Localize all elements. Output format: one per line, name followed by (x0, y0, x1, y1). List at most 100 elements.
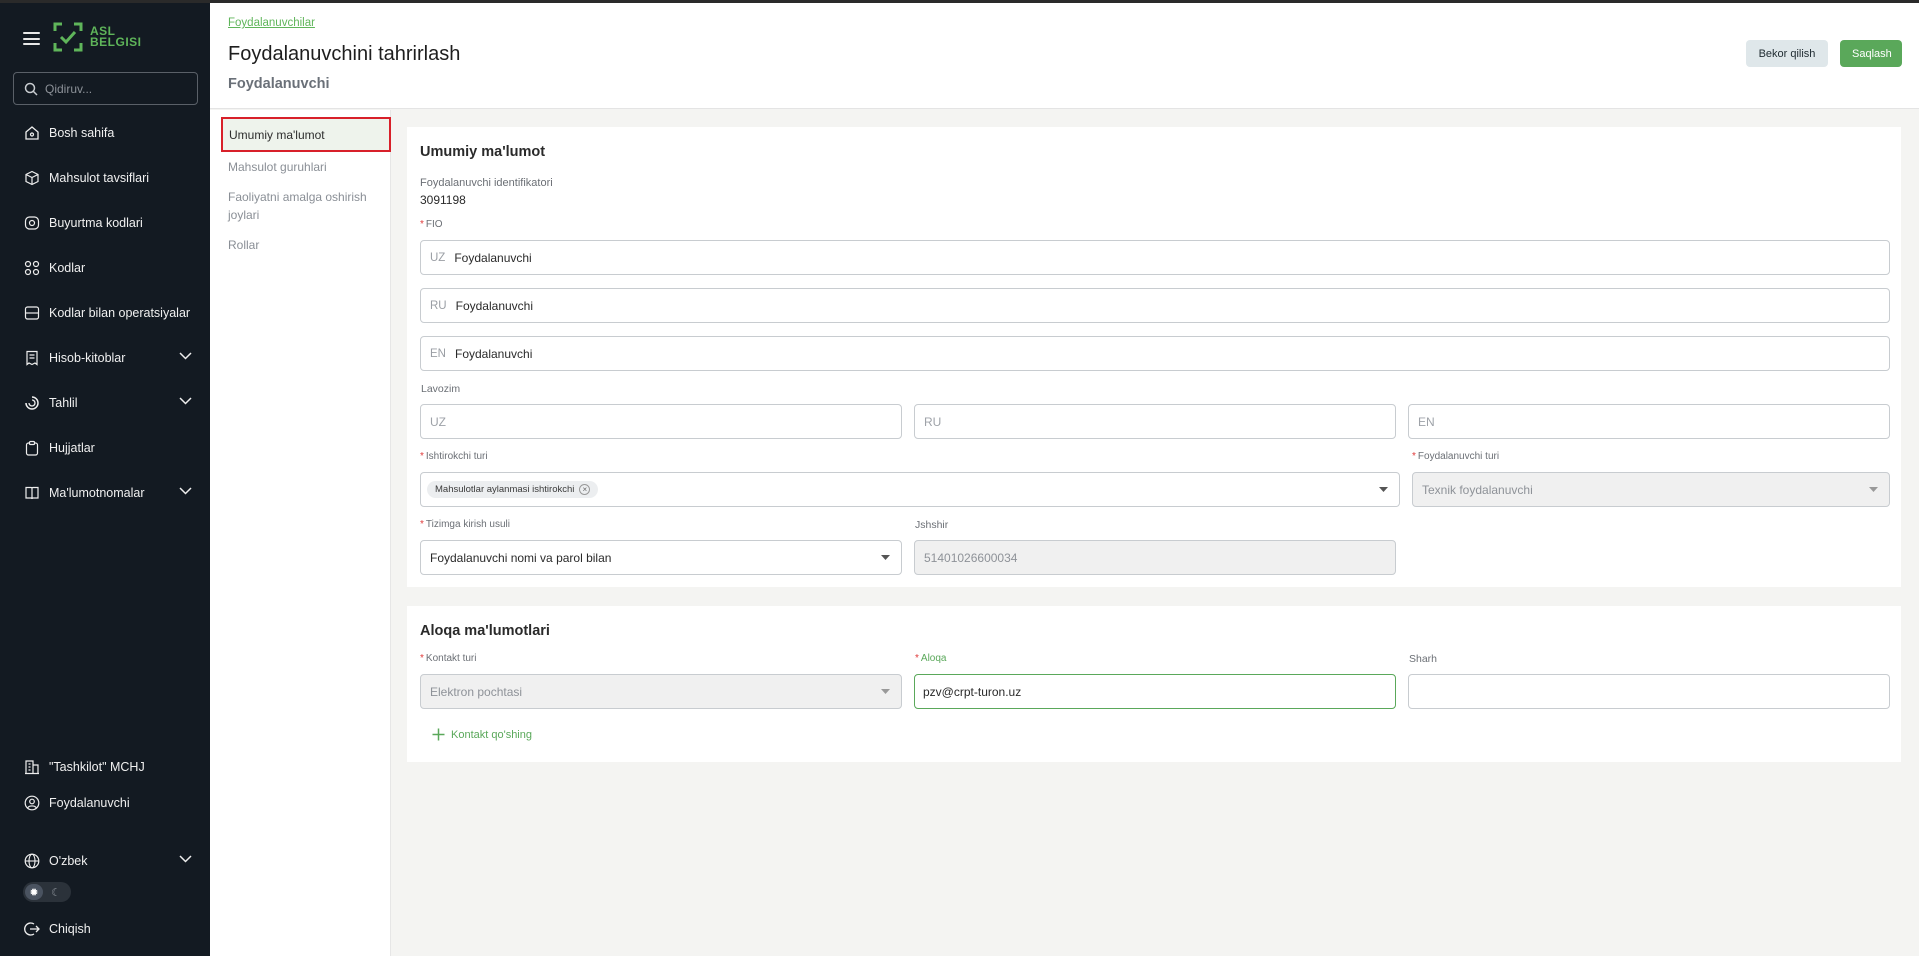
logout-button[interactable]: Chiqish (0, 909, 210, 949)
search-icon (24, 82, 38, 96)
fio-ru-field[interactable]: RU Foydalanuvchi (420, 288, 1890, 323)
comment-label: Sharh (1409, 653, 1438, 665)
chip-remove-icon[interactable]: × (579, 484, 591, 495)
contacts-title: Aloqa ma'lumotlari (420, 623, 550, 639)
section-nav-item-general[interactable]: Umumiy ma'lumot (221, 117, 391, 152)
contact-input[interactable]: pzv@crpt-turon.uz (914, 674, 1396, 709)
caret-down-icon (881, 555, 890, 560)
fio-en-value: Foydalanuvchi (454, 346, 533, 361)
user-type-label-text: Foydalanuvchi turi (1417, 451, 1500, 462)
home-icon (25, 126, 39, 140)
save-button[interactable]: Saqlash (1840, 40, 1902, 67)
fio-uz-field[interactable]: UZ Foydalanuvchi (420, 240, 1890, 275)
contact-type-label-text: Kontakt turi (425, 653, 477, 664)
language-selector[interactable]: O'zbek (0, 841, 210, 881)
sidebar-item-label: Kodlar (49, 261, 86, 275)
section-nav: Umumiy ma'lumot Mahsulot guruhlari Faoli… (210, 110, 391, 956)
sidebar-item-reports[interactable]: Hisob-kitoblar (0, 338, 210, 378)
logo-mark-icon (53, 22, 83, 52)
logo-text: ASL BELGISI (90, 25, 142, 49)
sidebar-item-home[interactable]: Bosh sahifa (0, 113, 210, 153)
sidebar-item-code-operations[interactable]: Kodlar bilan operatsiyalar (0, 293, 210, 333)
book-icon (25, 486, 39, 500)
sidebar-item-label: Hujjatlar (49, 441, 95, 455)
theme-toggle[interactable]: ✹ ☾ (23, 882, 71, 902)
position-uz-input[interactable]: UZ (420, 404, 902, 439)
sidebar-organization[interactable]: "Tashkilot" MCHJ (0, 747, 210, 787)
logout-label: Chiqish (49, 922, 91, 936)
sidebar-user[interactable]: Foydalanuvchi (0, 783, 210, 823)
language-label: O'zbek (49, 854, 88, 868)
section-nav-item-roles[interactable]: Rollar (228, 236, 388, 254)
logout-icon (24, 922, 40, 936)
logo[interactable]: ASL BELGISI (52, 21, 142, 53)
participant-type-label: * Ishtirokchi turi (420, 451, 488, 462)
sidebar-item-label: Kodlar bilan operatsiyalar (49, 306, 191, 320)
user-type-select[interactable]: Texnik foydalanuvchi (1412, 472, 1890, 507)
pinfl-label: Jshshir (915, 519, 949, 531)
caret-down-icon (1869, 487, 1878, 492)
logo-text-line-2: BELGISI (90, 35, 142, 49)
pinfl-field[interactable]: 51401026600034 (914, 540, 1396, 575)
comment-input[interactable] (1408, 674, 1890, 709)
add-contact-label: Kontakt qo'shing (451, 728, 532, 741)
user-icon (24, 795, 40, 811)
participant-type-label-text: Ishtirokchi turi (425, 451, 488, 462)
sidebar-item-references[interactable]: Ma'lumotnomalar (0, 473, 210, 513)
organization-name: "Tashkilot" MCHJ (49, 760, 145, 774)
chevron-down-icon (179, 397, 192, 405)
login-method-label: * Tizimga kirish usuli (420, 519, 510, 530)
fio-label: * FIO (420, 219, 443, 230)
fio-uz-value: Foydalanuvchi (454, 250, 532, 265)
user-name: Foydalanuvchi (49, 796, 130, 810)
sidebar-item-label: Mahsulot tavsiflari (49, 171, 150, 185)
position-ru-input[interactable]: RU (914, 404, 1396, 439)
sidebar-item-label: Buyurtma kodlari (49, 216, 143, 230)
globe-icon (24, 853, 40, 869)
page-subtitle: Foydalanuvchi (228, 76, 330, 92)
page-header: Foydalanuvchilar Foydalanuvchini tahrirl… (210, 3, 1919, 109)
position-label: Lavozim (421, 383, 461, 395)
participant-type-select[interactable]: Mahsulotlar aylanmasi ishtirokchi × (420, 472, 1400, 507)
contact-type-label: * Kontakt turi (420, 653, 477, 664)
sidebar-item-analytics[interactable]: Tahlil (0, 383, 210, 423)
fio-label-text: FIO (425, 219, 443, 230)
fio-en-field[interactable]: EN Foydalanuvchi (420, 336, 1890, 371)
user-type-value: Texnik foydalanuvchi (1422, 482, 1533, 497)
cube-icon (25, 170, 39, 186)
fio-ru-prefix: RU (430, 299, 447, 312)
position-en-input[interactable]: EN (1408, 404, 1890, 439)
sidebar-item-label: Ma'lumotnomalar (49, 486, 145, 500)
sidebar-item-codes[interactable]: Kodlar (0, 248, 210, 288)
user-id-value: 3091198 (420, 193, 466, 207)
participant-type-chip: Mahsulotlar aylanmasi ishtirokchi × (427, 481, 599, 498)
section-nav-item-product-groups[interactable]: Mahsulot guruhlari (228, 158, 388, 176)
cancel-button[interactable]: Bekor qilish (1746, 40, 1828, 67)
sidebar-item-documents[interactable]: Hujjatlar (0, 428, 210, 468)
clipboard-icon (25, 440, 39, 456)
sun-icon[interactable]: ✹ (25, 884, 43, 900)
add-contact-button[interactable]: Kontakt qo'shing (432, 728, 532, 741)
plus-icon (432, 728, 445, 741)
chevron-down-icon (179, 855, 192, 863)
contact-type-select[interactable]: Elektron pochtasi (420, 674, 902, 709)
user-type-label: * Foydalanuvchi turi (1412, 451, 1500, 462)
analytics-icon (25, 396, 39, 410)
section-nav-item-activity-places[interactable]: Faoliyatni amalga oshirish joylari (228, 188, 388, 224)
sidebar-item-product-descriptions[interactable]: Mahsulot tavsiflari (0, 158, 210, 198)
login-method-select[interactable]: Foydalanuvchi nomi va parol bilan (420, 540, 902, 575)
sidebar: ASL BELGISI Bosh sahifa Mahsulot tavsifl… (0, 3, 210, 956)
contact-type-value: Elektron pochtasi (430, 684, 523, 699)
sidebar-item-order-codes[interactable]: Buyurtma kodlari (0, 203, 210, 243)
contact-label-text: Aloqa (920, 653, 947, 664)
caret-down-icon (1379, 487, 1388, 492)
menu-icon[interactable] (23, 32, 40, 45)
building-icon (25, 760, 39, 775)
search-input[interactable] (45, 81, 185, 96)
breadcrumb[interactable]: Foydalanuvchilar (228, 17, 315, 29)
operations-icon (24, 306, 40, 320)
moon-icon[interactable]: ☾ (47, 884, 65, 900)
qr-codes-icon (24, 260, 40, 276)
login-method-label-text: Tizimga kirish usuli (425, 519, 510, 530)
caret-down-icon (881, 689, 890, 694)
